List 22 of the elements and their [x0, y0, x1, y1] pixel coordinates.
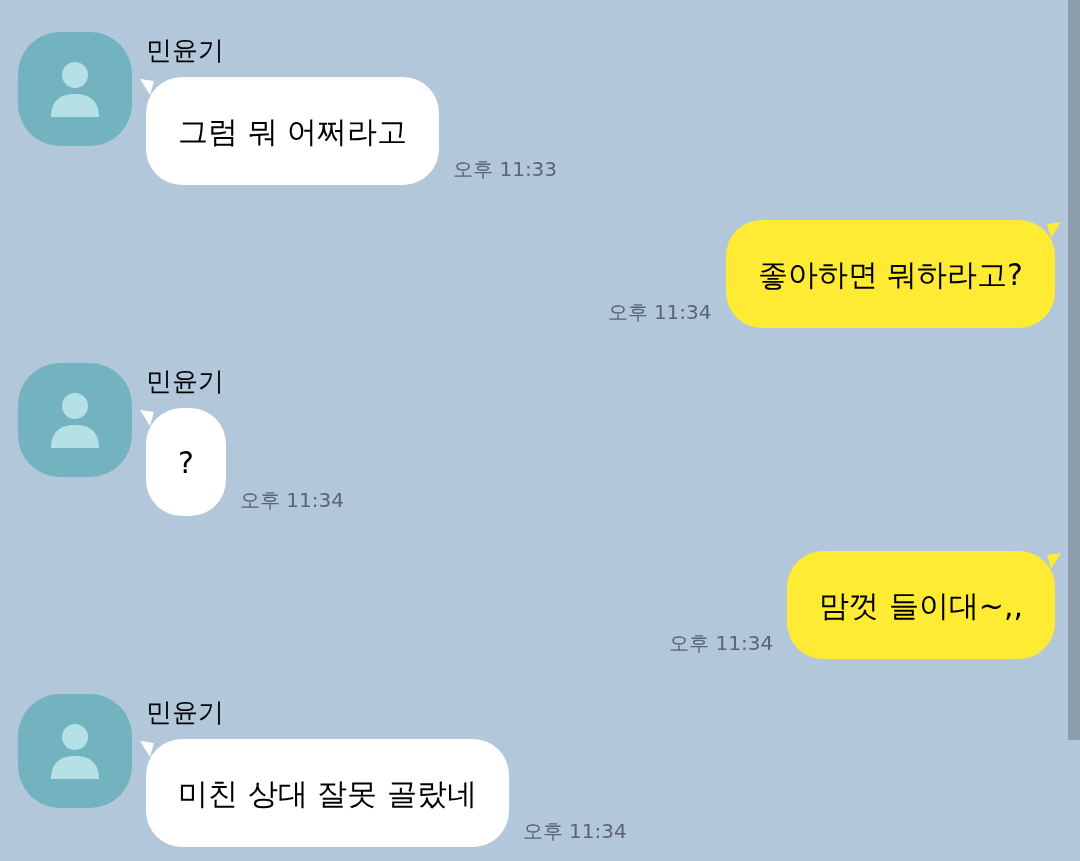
person-icon — [50, 61, 100, 117]
message-time: 오후 11:34 — [239, 487, 344, 514]
message-bubble: ? — [146, 408, 226, 516]
message-bubble: 그럼 뭐 어쩌라고 — [146, 77, 440, 185]
bubble-tail — [140, 741, 154, 757]
bubble-tail — [1047, 222, 1061, 238]
person-icon — [50, 392, 100, 448]
message-bubble: 맘껏 들이대~,, — [787, 551, 1055, 659]
person-icon — [50, 723, 100, 779]
message-time: 오후 11:34 — [607, 299, 712, 326]
sender-name: 민윤기 — [146, 696, 225, 729]
message-bubble: 미친 상대 잘못 골랐네 — [146, 739, 509, 847]
bubble-tail — [140, 410, 154, 426]
sender-name: 민윤기 — [146, 34, 225, 67]
sender-name: 민윤기 — [146, 365, 225, 398]
message-time: 오후 11:34 — [522, 818, 627, 845]
message-bubble: 좋아하면 뭐하라고? — [725, 220, 1055, 328]
bubble-tail — [140, 79, 154, 95]
message-time: 오후 11:33 — [453, 156, 558, 183]
scrollbar[interactable] — [1068, 0, 1080, 740]
bubble-tail — [1047, 553, 1061, 569]
message-time: 오후 11:34 — [669, 630, 774, 657]
